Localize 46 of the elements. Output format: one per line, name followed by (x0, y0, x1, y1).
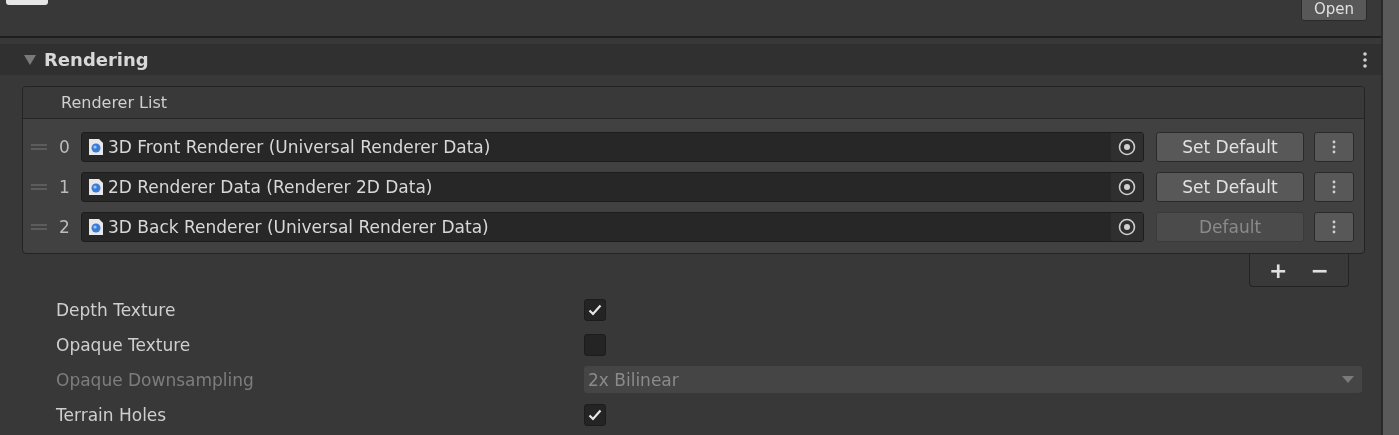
more-icon (1332, 180, 1336, 194)
asset-file-icon (88, 178, 104, 196)
foldout-triangle-icon (24, 54, 36, 65)
property-label: Depth Texture (55, 299, 177, 320)
checkbox[interactable] (584, 333, 606, 356)
more-button[interactable] (1314, 172, 1354, 202)
more-button[interactable] (1314, 132, 1354, 162)
list-title: Renderer List (61, 93, 168, 112)
more-icon (1363, 51, 1367, 68)
checkbox[interactable] (584, 403, 606, 426)
drag-handle-icon[interactable] (31, 184, 47, 190)
checkmark-icon (588, 408, 602, 421)
object-field[interactable]: 2D Renderer Data (Renderer 2D Data) (81, 172, 1144, 202)
field-value: 3D Back Renderer (Universal Renderer Data) (108, 217, 490, 237)
object-picker-icon[interactable] (1118, 218, 1136, 236)
index-label: 0 (59, 137, 71, 157)
index-label: 2 (59, 217, 71, 237)
open-button[interactable]: Open (1300, 0, 1367, 21)
set-default-button[interactable]: Set Default (1156, 172, 1304, 202)
index-label: 1 (59, 177, 71, 197)
object-field[interactable]: 3D Front Renderer (Universal Renderer Data) (81, 132, 1144, 162)
dropdown-arrow-icon (1342, 376, 1354, 383)
section-title: Rendering (44, 49, 150, 70)
object-picker-icon[interactable] (1118, 178, 1136, 196)
property-label: Opaque Downsampling (55, 369, 255, 390)
more-button[interactable] (1314, 212, 1354, 242)
property-label: Opaque Texture (55, 334, 192, 355)
object-field[interactable]: 3D Back Renderer (Universal Renderer Data) (81, 212, 1144, 242)
asset-file-icon (88, 138, 104, 156)
toolbar-button-edge[interactable] (6, 0, 48, 5)
remove-button[interactable]: − (1306, 257, 1333, 283)
scrollbar[interactable] (1381, 0, 1399, 435)
add-button[interactable]: + (1265, 257, 1292, 283)
field-value: 2D Renderer Data (Renderer 2D Data) (108, 177, 434, 197)
section-header[interactable]: Rendering (0, 44, 1381, 75)
field-value: 3D Front Renderer (Universal Renderer Data) (108, 137, 492, 157)
asset-file-icon (88, 218, 104, 236)
more-icon (1332, 140, 1336, 154)
checkbox[interactable] (584, 298, 606, 321)
drag-handle-icon[interactable] (31, 144, 47, 150)
more-icon (1332, 220, 1336, 234)
checkmark-icon (588, 303, 602, 316)
property-label: Terrain Holes (55, 404, 168, 425)
set-default-button[interactable]: Set Default (1156, 132, 1304, 162)
drag-handle-icon[interactable] (31, 224, 47, 230)
object-picker-icon[interactable] (1118, 138, 1136, 156)
